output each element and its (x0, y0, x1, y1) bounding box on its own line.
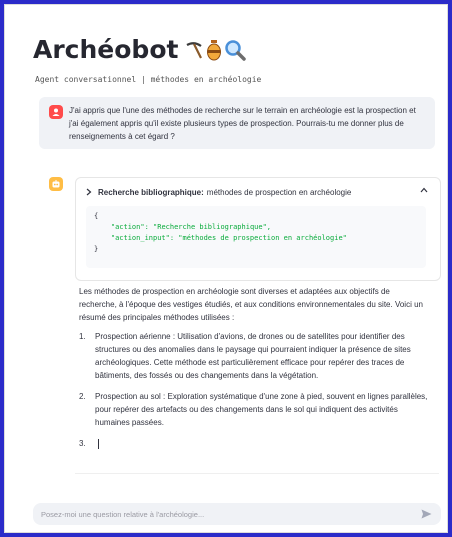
list-item: 2. Prospection au sol : Exploration syst… (79, 390, 429, 429)
answer-list: 1. Prospection aérienne : Utilisation d'… (79, 330, 429, 450)
code-close: } (94, 245, 99, 253)
list-item-number: 2. (79, 392, 86, 401)
code-input-value: "méthodes de prospection en archéologie" (174, 234, 347, 242)
code-input-key: "action_input": (110, 234, 175, 242)
send-button[interactable] (419, 507, 433, 521)
code-open: { (94, 212, 99, 220)
user-avatar-icon (49, 105, 63, 119)
list-item-number: 3. (79, 439, 86, 448)
code-action-key: "action": (110, 223, 149, 231)
code-action-value: "Recherche bibliographique", (148, 223, 272, 231)
tool-expander[interactable]: Recherche bibliographique: méthodes de p… (75, 177, 441, 281)
bot-answer: Les méthodes de prospection en archéolog… (79, 285, 429, 458)
pickaxe-icon (186, 41, 203, 58)
code-line-input: "action_input": "méthodes de prospection… (86, 233, 426, 244)
code-line-action: "action": "Recherche bibliographique", (86, 222, 426, 233)
chevron-right-icon (86, 188, 92, 196)
list-item-text: Prospection aérienne : Utilisation d'avi… (95, 332, 411, 380)
user-message: J'ai appris que l'une des méthodes de re… (39, 97, 435, 149)
app-title: Archéobot (33, 35, 179, 64)
app-window: Archéobot Agent conversationnel | méthod… (4, 4, 448, 533)
tool-label: Recherche bibliographique: (98, 187, 204, 197)
answer-intro: Les méthodes de prospection en archéolog… (79, 287, 423, 322)
list-item: 3. (79, 437, 429, 450)
send-icon (421, 509, 431, 519)
tool-code-block: { "action": "Recherche bibliographique",… (86, 206, 426, 268)
list-item-number: 1. (79, 332, 86, 341)
tool-query: méthodes de prospection en archéologie (206, 187, 352, 197)
title-emojis (184, 39, 247, 61)
typing-cursor (98, 438, 99, 449)
list-item-text (95, 437, 429, 450)
page-title: Archéobot (33, 35, 247, 64)
tool-expander-header[interactable]: Recherche bibliographique: méthodes de p… (86, 185, 430, 199)
magnifier-icon (225, 39, 247, 61)
user-message-text: J'ai appris que l'une des méthodes de re… (69, 106, 416, 141)
bot-avatar-icon (49, 177, 63, 191)
chevron-up-icon[interactable] (420, 187, 428, 193)
page-subtitle: Agent conversationnel | méthodes en arch… (35, 75, 262, 84)
list-item: 1. Prospection aérienne : Utilisation d'… (79, 330, 429, 382)
list-item-text: Prospection au sol : Exploration systéma… (95, 392, 428, 427)
amphora-icon (207, 39, 222, 60)
chat-input[interactable] (33, 503, 441, 525)
divider (75, 473, 439, 474)
